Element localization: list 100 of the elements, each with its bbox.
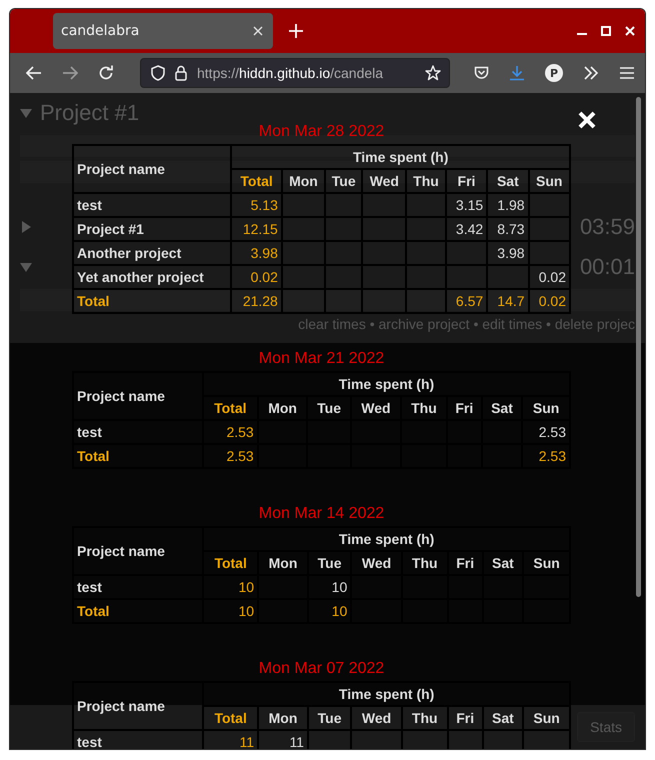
column-header: Project name [73, 372, 203, 420]
table-cell: 21.28 [231, 289, 282, 313]
menu-icon[interactable] [619, 67, 635, 79]
browser-tab[interactable]: candelabra [53, 13, 273, 49]
column-header: Total [203, 551, 258, 575]
column-header: Project name [73, 145, 232, 193]
table-cell: 10 [203, 575, 258, 599]
column-header: Mon [258, 706, 308, 730]
column-header: Sat [487, 169, 529, 193]
column-header: Time spent (h) [203, 682, 570, 706]
back-icon[interactable] [26, 66, 42, 80]
table-cell: 2.53 [202, 420, 258, 444]
table-cell: test [73, 193, 232, 217]
column-header: Wed [351, 551, 402, 575]
table-cell: 3.15 [446, 193, 488, 217]
column-header: Thu [406, 169, 446, 193]
table-cell: 5.13 [231, 193, 282, 217]
column-header: Sun [523, 551, 570, 575]
column-header: Total [231, 169, 282, 193]
column-header: Tue [308, 551, 352, 575]
address-field[interactable]: https://hiddn.github.io/candela [140, 58, 450, 88]
column-header: Fri [448, 706, 483, 730]
column-header: Sat [482, 551, 524, 575]
column-header: Time spent (h) [202, 372, 570, 396]
lock-icon[interactable] [175, 65, 187, 81]
table-cell: 3.98 [231, 241, 282, 265]
column-header: Project name [73, 527, 204, 575]
column-header: Time spent (h) [203, 527, 570, 551]
column-header: Tue [307, 396, 351, 420]
column-header: Sun [522, 396, 570, 420]
column-header: Tue [308, 706, 352, 730]
week-date: Mon Mar 28 2022 [258, 123, 384, 141]
column-header: Mon [258, 551, 308, 575]
table-cell: 3.98 [487, 241, 529, 265]
column-header: Fri [446, 396, 482, 420]
forward-icon[interactable] [62, 66, 78, 80]
column-header: Fri [448, 551, 483, 575]
url-text: https://hiddn.github.io/candela [197, 65, 384, 81]
table-cell: 10 [308, 575, 352, 599]
column-header: Time spent (h) [231, 145, 570, 169]
column-header: Total [202, 396, 258, 420]
pocket-icon[interactable] [474, 66, 489, 80]
table-cell: 6.57 [446, 289, 488, 313]
table-cell: Total [73, 444, 203, 468]
reload-icon[interactable] [98, 65, 114, 81]
table-cell: 2.53 [202, 444, 258, 468]
table-cell: Total [73, 289, 232, 313]
column-header: Thu [402, 551, 448, 575]
column-header: Wed [362, 169, 406, 193]
column-header: Sat [482, 706, 524, 730]
column-header: Sun [528, 169, 570, 193]
plus-icon[interactable] [289, 24, 303, 38]
column-header: Wed [351, 706, 402, 730]
column-header: Mon [258, 396, 308, 420]
table-cell: Another project [73, 241, 232, 265]
column-header: Total [203, 706, 258, 730]
table-cell: Total [73, 599, 204, 623]
download-icon[interactable] [509, 65, 525, 81]
triangle-icon[interactable] [20, 221, 32, 233]
column-header: Wed [350, 396, 402, 420]
week-date: Mon Mar 14 2022 [258, 505, 384, 523]
table-cell: 10 [308, 599, 352, 623]
column-header: Mon [282, 169, 326, 193]
scrollbar-thumb[interactable] [636, 97, 641, 597]
table-cell: test [73, 730, 204, 749]
table-cell: test [73, 420, 203, 444]
table-cell: 14.7 [487, 289, 529, 313]
table-cell: 1.98 [487, 193, 529, 217]
table-cell: 0.02 [528, 289, 570, 313]
project-time: 00:01 [580, 254, 635, 280]
column-header: Thu [402, 706, 448, 730]
column-header: Thu [401, 396, 447, 420]
column-header: Fri [446, 169, 488, 193]
table-cell: 10 [203, 599, 258, 623]
star-icon[interactable] [425, 65, 441, 81]
table-cell: 2.53 [522, 444, 570, 468]
triangle-icon[interactable] [20, 107, 32, 119]
table-cell: 0.02 [528, 265, 570, 289]
chevrons-icon[interactable] [583, 66, 599, 80]
column-header: Project name [73, 682, 204, 730]
table-cell: 12.15 [231, 217, 282, 241]
week-date: Mon Mar 21 2022 [258, 350, 384, 368]
profile-avatar[interactable]: P [545, 64, 563, 82]
column-header: Tue [325, 169, 362, 193]
table-cell: 8.73 [487, 217, 529, 241]
project-time: 03:59 [580, 214, 635, 240]
week-date: Mon Mar 07 2022 [258, 660, 384, 678]
column-header: Sun [523, 706, 570, 730]
project-name: Project #1 [40, 100, 140, 126]
triangle-icon[interactable] [20, 261, 32, 273]
table-cell: 0.02 [231, 265, 282, 289]
table-cell: test [73, 575, 204, 599]
table-cell: 2.53 [522, 420, 570, 444]
project-actions: clear times • archive project • edit times • delete projec [298, 316, 635, 332]
table-cell: 3.42 [446, 217, 488, 241]
maximize-icon[interactable] [601, 26, 611, 36]
table-cell: Project #1 [73, 217, 232, 241]
tab-title: candelabra [61, 23, 140, 39]
column-header: Sat [482, 396, 522, 420]
shield-icon[interactable] [151, 65, 165, 81]
